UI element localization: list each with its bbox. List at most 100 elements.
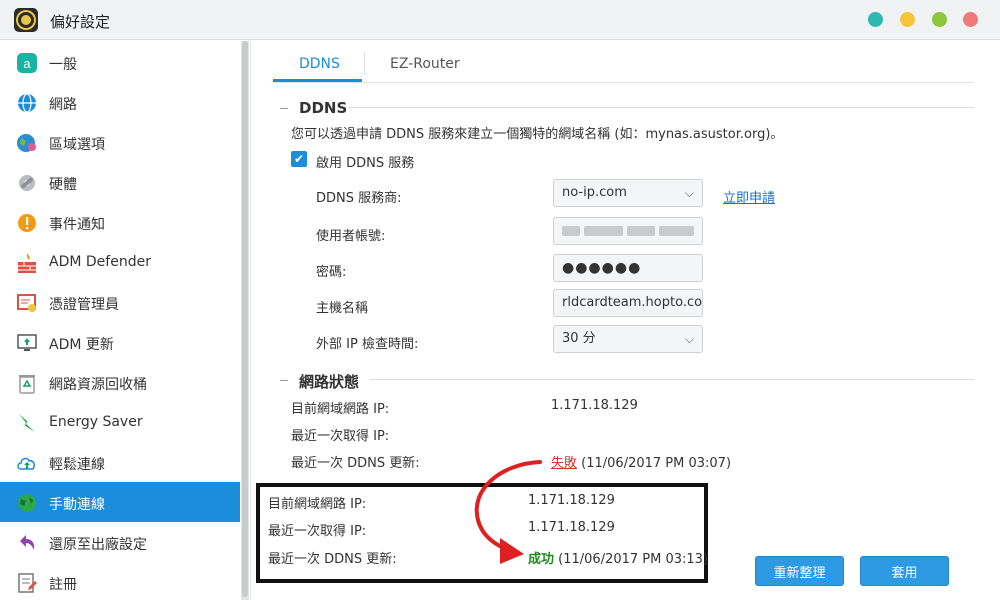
tab-separator <box>364 52 365 74</box>
chevron-down-icon: ⌵ <box>684 186 694 200</box>
scrollbar-thumb[interactable] <box>242 41 248 597</box>
section-divider <box>370 379 974 380</box>
sidebar-item-general[interactable]: a 一般 <box>0 42 240 82</box>
tab-bar-line <box>273 82 973 83</box>
password-label: 密碼: <box>316 265 347 280</box>
sidebar-item-certificate[interactable]: 憑證管理員 <box>0 282 240 322</box>
tab-ez-router[interactable]: EZ-Router <box>390 56 460 72</box>
update-fail-status: 失敗 <box>551 456 578 471</box>
sidebar-item-manual-connect[interactable]: 手動連線 <box>0 482 240 522</box>
title-bar: 偏好設定 <box>0 0 1000 40</box>
update-success-time: (11/06/2017 PM 03:13) <box>558 552 709 567</box>
sidebar-item-label: 事件通知 <box>49 217 105 233</box>
callout-last-update-label: 最近一次 DDNS 更新: <box>268 552 397 567</box>
sidebar-item-label: 網路資源回收桶 <box>49 377 147 393</box>
hostname-value: rldcardteam.hopto.com <box>562 295 703 310</box>
sidebar-scrollbar[interactable] <box>241 41 249 600</box>
sidebar-item-energy-saver[interactable]: Energy Saver <box>0 402 240 442</box>
window-maximize-button[interactable] <box>932 12 947 27</box>
energy-icon <box>16 412 38 434</box>
manual-connect-icon <box>16 492 38 514</box>
sidebar-item-label: 輕鬆連線 <box>49 457 105 473</box>
window-minimize-button[interactable] <box>900 12 915 27</box>
sidebar-item-notifications[interactable]: 事件通知 <box>0 202 240 242</box>
sidebar-item-label: 手動連線 <box>49 497 105 513</box>
svg-text:a: a <box>23 56 31 71</box>
provider-value: no-ip.com <box>562 185 627 200</box>
last-ip-label: 最近一次取得 IP: <box>291 429 390 444</box>
sidebar-item-ezconnect[interactable]: 輕鬆連線 <box>0 442 240 482</box>
window-title: 偏好設定 <box>50 13 111 31</box>
restore-icon <box>16 532 38 554</box>
sidebar-item-label: 區域選項 <box>49 137 105 153</box>
username-field[interactable] <box>553 217 703 245</box>
section-title-ddns: DDNS <box>299 99 348 117</box>
firewall-icon <box>16 252 38 274</box>
sidebar-item-label: 還原至出廠設定 <box>49 537 147 553</box>
password-value: ●●●●●● <box>562 260 642 276</box>
sidebar-item-region[interactable]: 區域選項 <box>0 122 240 162</box>
window-teal-button[interactable] <box>868 12 883 27</box>
ddns-description: 您可以透過申請 DDNS 服務來建立一個獨特的網域名稱 (如：mynas.asu… <box>291 127 784 142</box>
username-label: 使用者帳號: <box>316 229 386 244</box>
register-icon <box>16 572 38 594</box>
apply-now-link[interactable]: 立即申請 <box>723 187 775 206</box>
sidebar: a 一般 網路 區域選項 硬體 事件通知 ADM Defender 憑證管理員 … <box>0 41 240 600</box>
apply-button[interactable]: 套用 <box>860 556 949 586</box>
general-icon: a <box>16 52 38 74</box>
enable-ddns-label: 啟用 DDNS 服務 <box>316 156 415 171</box>
sidebar-item-label: 網路 <box>49 97 77 113</box>
current-ip-value: 1.171.18.129 <box>551 398 638 413</box>
hardware-icon <box>16 172 38 194</box>
certificate-icon <box>16 292 38 314</box>
panel-divider <box>250 41 251 600</box>
sidebar-item-factory-reset[interactable]: 還原至出廠設定 <box>0 522 240 562</box>
sidebar-item-label: 註冊 <box>49 577 77 593</box>
section-dash <box>280 108 288 109</box>
check-interval-value: 30 分 <box>562 331 596 346</box>
check-interval-select[interactable]: 30 分 ⌵ <box>553 325 703 353</box>
app-icon <box>14 8 38 32</box>
section-title-status: 網路狀態 <box>299 373 360 391</box>
sidebar-item-label: 一般 <box>49 57 77 73</box>
callout-last-ip-label: 最近一次取得 IP: <box>268 524 367 539</box>
cloud-icon <box>16 452 38 474</box>
current-ip-label: 目前網域網路 IP: <box>291 402 390 417</box>
alert-icon <box>16 212 38 234</box>
sidebar-item-register[interactable]: 註冊 <box>0 562 240 600</box>
sidebar-item-adm-update[interactable]: ADM 更新 <box>0 322 240 362</box>
chevron-down-icon: ⌵ <box>684 332 694 346</box>
sidebar-item-label: 硬體 <box>49 177 77 193</box>
globe-icon <box>16 92 38 114</box>
hostname-field[interactable]: rldcardteam.hopto.com <box>553 289 703 317</box>
sidebar-item-network[interactable]: 網路 <box>0 82 240 122</box>
tab-ddns[interactable]: DDNS <box>299 56 340 72</box>
sidebar-item-adm-defender[interactable]: ADM Defender <box>0 242 240 282</box>
recycle-icon <box>16 372 38 394</box>
sidebar-item-label: ADM Defender <box>49 254 151 270</box>
update-fail-time: (11/06/2017 PM 03:07) <box>581 456 732 471</box>
sidebar-item-label: Energy Saver <box>49 414 143 430</box>
hostname-label: 主機名稱 <box>316 301 369 316</box>
refresh-button[interactable]: 重新整理 <box>755 556 844 586</box>
sidebar-item-recycle-bin[interactable]: 網路資源回收桶 <box>0 362 240 402</box>
last-update-value: 失敗 (11/06/2017 PM 03:07) <box>551 452 731 471</box>
sidebar-item-label: ADM 更新 <box>49 337 114 353</box>
provider-label: DDNS 服務商: <box>316 191 402 206</box>
annotation-arrow <box>474 460 542 564</box>
update-icon <box>16 332 38 354</box>
window-close-button[interactable] <box>963 12 978 27</box>
blurred-username <box>562 218 694 244</box>
last-update-label: 最近一次 DDNS 更新: <box>291 456 420 471</box>
section-divider <box>348 107 974 108</box>
password-field[interactable]: ●●●●●● <box>553 254 703 282</box>
sidebar-item-label: 憑證管理員 <box>49 297 119 313</box>
sidebar-item-hardware[interactable]: 硬體 <box>0 162 240 202</box>
region-icon <box>16 132 38 154</box>
callout-last-update-value: 成功 (11/06/2017 PM 03:13) <box>528 548 708 567</box>
check-interval-label: 外部 IP 檢查時間: <box>316 337 419 352</box>
section-dash <box>280 380 288 381</box>
provider-select[interactable]: no-ip.com ⌵ <box>553 179 703 207</box>
enable-ddns-checkbox[interactable]: ✔ <box>291 151 307 167</box>
callout-current-ip-label: 目前網域網路 IP: <box>268 497 367 512</box>
